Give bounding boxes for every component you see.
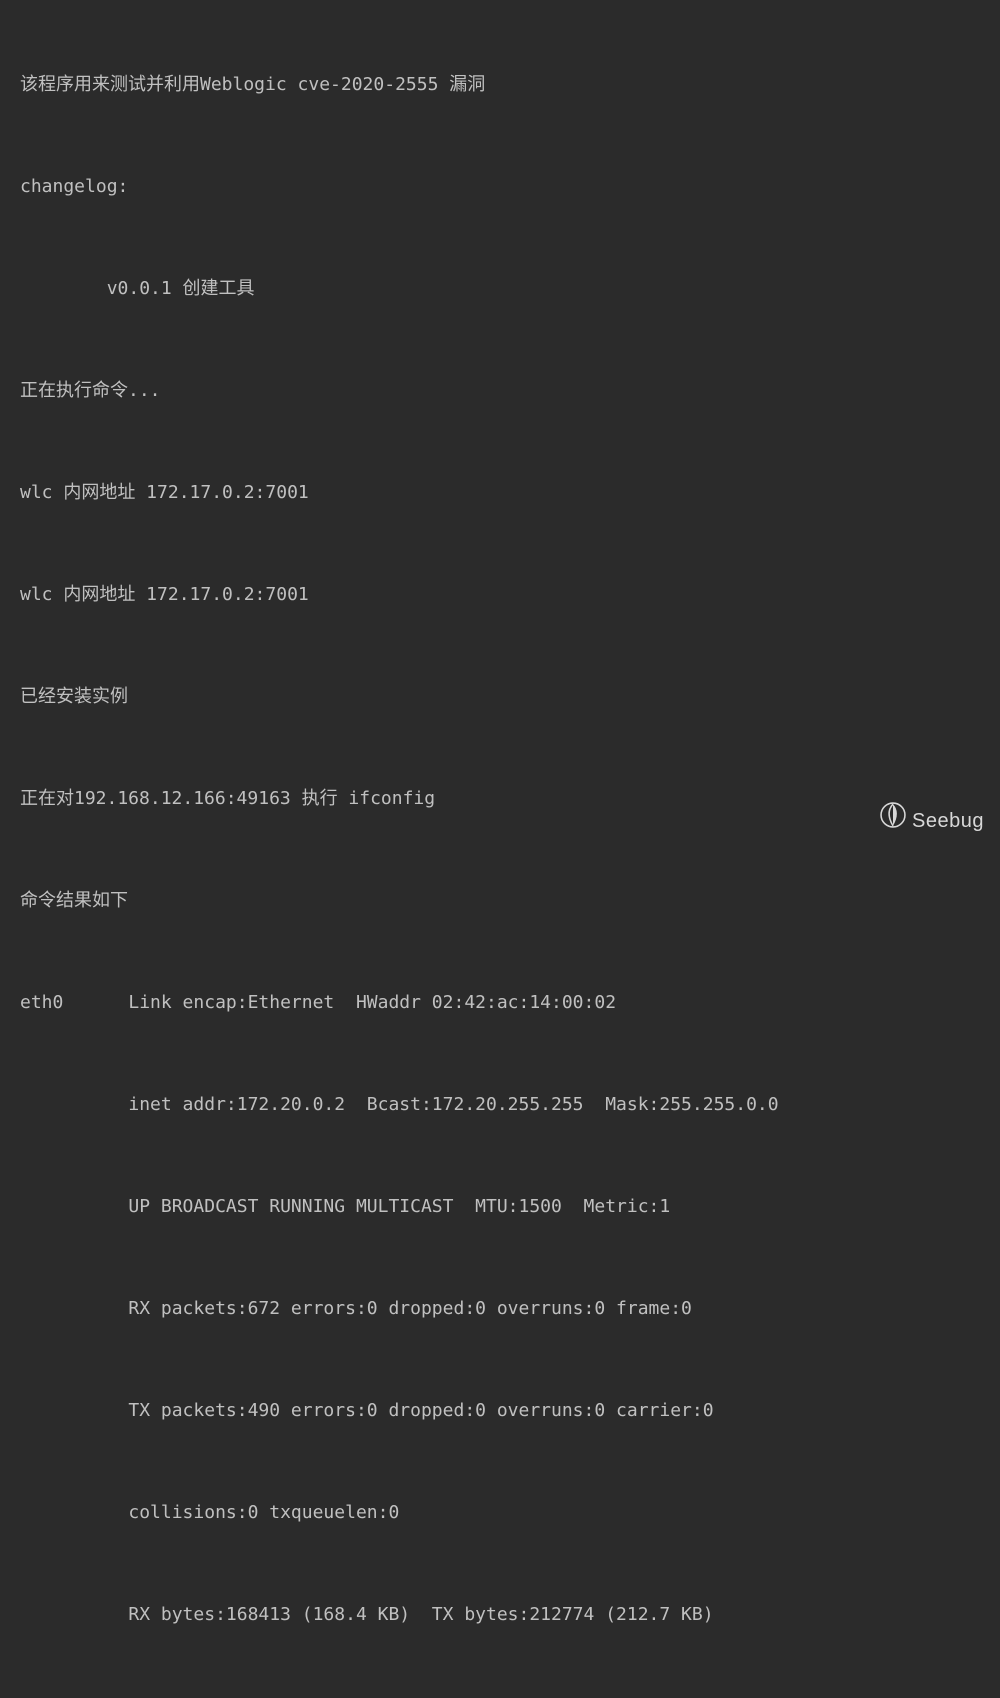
output-line: 该程序用来测试并利用Weblogic cve-2020-2555 漏洞 [20, 68, 980, 102]
output-line: v0.0.1 创建工具 [20, 272, 980, 306]
output-line: TX packets:490 errors:0 dropped:0 overru… [20, 1394, 980, 1428]
terminal-output: 该程序用来测试并利用Weblogic cve-2020-2555 漏洞 chan… [20, 0, 980, 1698]
output-line: collisions:0 txqueuelen:0 [20, 1496, 980, 1530]
output-line: wlc 内网地址 172.17.0.2:7001 [20, 578, 980, 612]
output-line: UP BROADCAST RUNNING MULTICAST MTU:1500 … [20, 1190, 980, 1224]
output-line: 命令结果如下 [20, 884, 980, 918]
output-line: eth0 Link encap:Ethernet HWaddr 02:42:ac… [20, 986, 980, 1020]
output-line: 正在对192.168.12.166:49163 执行 ifconfig [20, 782, 980, 816]
output-line: wlc 内网地址 172.17.0.2:7001 [20, 476, 980, 510]
output-line: 已经安装实例 [20, 680, 980, 714]
seebug-label: Seebug [912, 804, 984, 838]
output-line: inet addr:172.20.0.2 Bcast:172.20.255.25… [20, 1088, 980, 1122]
seebug-watermark: Seebug [880, 802, 984, 839]
seebug-icon [880, 802, 906, 839]
output-line: RX bytes:168413 (168.4 KB) TX bytes:2127… [20, 1598, 980, 1632]
output-line: RX packets:672 errors:0 dropped:0 overru… [20, 1292, 980, 1326]
output-line: changelog: [20, 170, 980, 204]
output-line: 正在执行命令... [20, 374, 980, 408]
